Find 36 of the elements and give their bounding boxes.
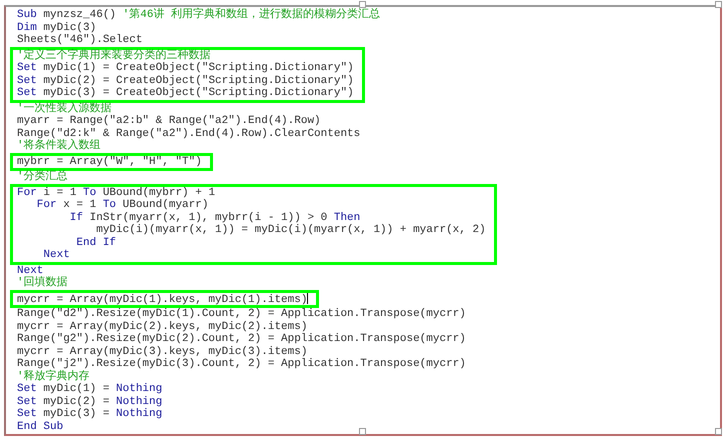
code-line: '释放字典内存 [17, 370, 90, 383]
code-line: Range("d2").Resize(myDic(1).Count, 2) = Application.Transpose(mycrr) [17, 308, 466, 320]
code-line: Next [42, 249, 70, 262]
code-line: Next [17, 264, 44, 276]
code-line: mycrr = Array(myDic(2).keys, myDic(2).items) [17, 320, 308, 333]
code-line: Set myDic(3) = Nothing [17, 408, 162, 420]
code-line: '回填数据 [17, 277, 68, 290]
code-line: Range("d2:k" & Range("a2").End(4).Row).ClearContents [17, 128, 360, 140]
code-line: Sub mynzsz_46() '第46讲 利用字典和数组，进行数据的模糊分类汇总 [17, 9, 380, 22]
code-line: mycrr = Array(myDic(3).keys, myDic(3).items) [17, 346, 308, 358]
code-line: Set myDic(1) = Nothing [17, 383, 162, 396]
code-line: Range("g2").Resize(myDic(2).Count, 2) = Application.Transpose(mycrr) [17, 333, 466, 346]
code-line: mycrr = Array(myDic(1).keys, myDic(1).items) [17, 292, 308, 305]
code-line: Range("j2").Resize(myDic(3).Count, 2) = Application.Transpose(mycrr) [17, 358, 466, 370]
code-line: '将条件装入数组 [17, 140, 101, 152]
code-line: For i = 1 To UBound(mybrr) + 1 [17, 186, 216, 199]
code-line: Dim myDic(3) [17, 22, 96, 34]
code-line: Sheets("46").Select [17, 34, 142, 46]
resize-handle[interactable] [359, 1, 366, 8]
code-line: myarr = Range("a2:b" & Range("a2").End(4).Row) [17, 115, 321, 128]
code-line: mybrr = Array("W", "H", "T") [17, 156, 202, 168]
code-line: '一次性装入源数据 [17, 102, 112, 115]
code-line: Set myDic(2) = Nothing [17, 396, 162, 408]
code-line: End If [75, 236, 116, 249]
code-line: Set myDic(2) = CreateObject("Scripting.Dictionary") [17, 74, 354, 87]
resize-handle[interactable] [715, 1, 722, 8]
code-line: '定义三个字典用来装要分类的三种数据 [17, 50, 211, 62]
code-line: '分类汇总 [17, 171, 68, 184]
code-line: Set myDic(3) = CreateObject("Scripting.Dictionary") [17, 87, 354, 100]
resize-handle[interactable] [715, 428, 722, 435]
code-line: For x = 1 To UBound(myarr) [36, 199, 208, 212]
code-line: Set myDic(1) = CreateObject("Scripting.Dictionary") [17, 62, 354, 74]
resize-handle[interactable] [359, 428, 366, 435]
code-line: If InStr(myarr(x, 1), mybrr(i - 1)) > 0 Then [68, 212, 360, 224]
code-line: End Sub [17, 420, 64, 433]
code-line: myDic(i)(myarr(x, 1)) = myDic(i)(myarr(x, 1)) + myarr(x, 2) [95, 224, 486, 236]
